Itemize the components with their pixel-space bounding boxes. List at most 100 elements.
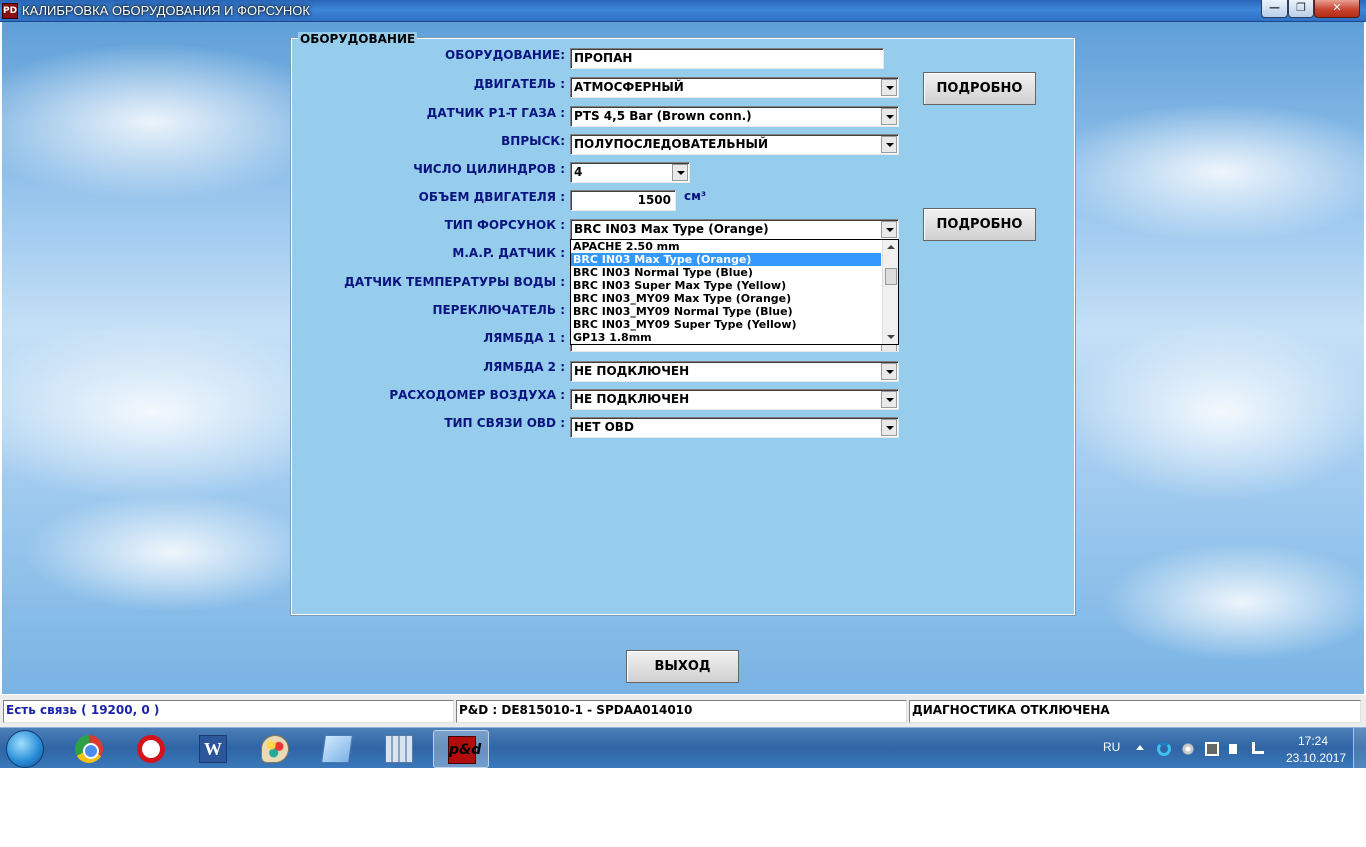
obd-type-select[interactable]: НЕТ OBD: [570, 417, 899, 438]
engine-volume-field[interactable]: 1500: [570, 190, 676, 211]
window-title: КАЛИБРОВКА ОБОРУДОВАНИЯ И ФОРСУНОК: [22, 3, 310, 18]
equipment-field[interactable]: ПРОПАН: [570, 48, 884, 69]
show-desktop-button[interactable]: [1353, 728, 1366, 768]
injection-value: ПОЛУПОСЛЕДОВАТЕЛЬНЫЙ: [574, 137, 769, 151]
dropdown-option[interactable]: BRC IN03 Normal Type (Blue): [571, 266, 881, 279]
dropdown-option[interactable]: BRC IN03 Max Type (Orange): [571, 253, 881, 266]
airflow-meter-label: РАСХОДОМЕР ВОЗДУХА :: [389, 388, 565, 402]
pd-app-icon: p&d: [448, 736, 481, 764]
window-client-area: ОБОРУДОВАНИЕ ОБОРУДОВАНИЕ: ПРОПАН ДВИГАТ…: [2, 22, 1364, 694]
chevron-down-icon[interactable]: [672, 164, 688, 181]
cylinders-value: 4: [574, 165, 583, 179]
volume-icon[interactable]: [1229, 744, 1237, 754]
injector-type-value: BRC IN03 Max Type (Orange): [574, 222, 769, 236]
status-connection: Есть связь ( 19200, 0 ): [3, 700, 454, 723]
chevron-down-icon[interactable]: [881, 136, 897, 153]
injector-type-label: ТИП ФОРСУНОК :: [444, 218, 565, 232]
engine-details-button[interactable]: ПОДРОБНО: [923, 72, 1036, 105]
obd-type-label: ТИП СВЯЗИ OBD :: [444, 416, 565, 430]
taskbar-opera[interactable]: [123, 730, 179, 768]
gear-icon[interactable]: [1181, 742, 1195, 756]
volume-unit: см³: [684, 189, 707, 203]
clock-date[interactable]: 23.10.2017: [1286, 751, 1346, 765]
map-sensor-label: M.A.P. ДАТЧИК :: [452, 246, 565, 260]
gas-sensor-select[interactable]: PTS 4,5 Bar (Brown conn.): [570, 106, 899, 127]
list-scrollbar[interactable]: [882, 240, 898, 344]
scroll-thumb[interactable]: [885, 268, 897, 285]
lambda2-select[interactable]: НЕ ПОДКЛЮЧЕН: [570, 361, 899, 382]
lambda2-value: НЕ ПОДКЛЮЧЕН: [574, 364, 690, 378]
sync-icon[interactable]: [1157, 742, 1171, 756]
word-icon: W: [199, 735, 227, 763]
taskbar-calculator[interactable]: [371, 730, 427, 768]
chevron-down-icon[interactable]: [881, 344, 897, 351]
chevron-down-icon[interactable]: [881, 419, 897, 436]
start-button[interactable]: [6, 730, 44, 768]
airflow-meter-value: НЕ ПОДКЛЮЧЕН: [574, 392, 690, 406]
injection-label: ВПРЫСК:: [501, 134, 565, 148]
chevron-down-icon[interactable]: [881, 79, 897, 96]
lambda2-label: ЛЯМБДА 2 :: [483, 360, 565, 374]
close-button[interactable]: ✕: [1314, 0, 1360, 18]
chevron-down-icon[interactable]: [881, 363, 897, 380]
tray-expand-icon[interactable]: [1136, 745, 1144, 750]
injector-type-dropdown-list[interactable]: APACHE 2.50 mm BRC IN03 Max Type (Orange)…: [570, 239, 899, 345]
paint-icon: [261, 735, 289, 763]
gas-sensor-label: ДАТЧИК P1-T ГАЗА :: [426, 106, 565, 120]
chevron-down-icon[interactable]: [881, 108, 897, 125]
dropdown-option[interactable]: BRC IN03_MY09 Max Type (Orange): [571, 292, 881, 305]
equipment-label: ОБОРУДОВАНИЕ:: [445, 48, 565, 62]
status-diagnostics: ДИАГНОСТИКА ОТКЛЮЧЕНА: [909, 700, 1361, 723]
injector-details-button[interactable]: ПОДРОБНО: [923, 208, 1036, 241]
groupbox-title: ОБОРУДОВАНИЕ: [298, 32, 418, 46]
gas-sensor-value: PTS 4,5 Bar (Brown conn.): [574, 109, 752, 123]
clock-time[interactable]: 17:24: [1298, 734, 1328, 748]
exit-button[interactable]: ВЫХОД: [626, 650, 739, 683]
chevron-down-icon[interactable]: [881, 221, 897, 238]
maximize-button[interactable]: ❐: [1288, 0, 1314, 18]
cylinders-label: ЧИСЛО ЦИЛИНДРОВ :: [413, 162, 565, 176]
notes-icon: [321, 735, 353, 763]
chrome-icon: [75, 735, 103, 763]
taskbar-paint[interactable]: [247, 730, 303, 768]
dropdown-option[interactable]: BRC IN03_MY09 Super Type (Yellow): [571, 318, 881, 331]
taskbar-notes[interactable]: [309, 730, 365, 768]
equipment-groupbox: ОБОРУДОВАНИЕ ОБОРУДОВАНИЕ: ПРОПАН ДВИГАТ…: [290, 32, 1076, 616]
network-icon[interactable]: [1205, 742, 1219, 756]
obd-type-value: НЕТ OBD: [574, 420, 634, 434]
scroll-down-arrow-icon[interactable]: [887, 335, 895, 339]
sky-cloud: [1062, 322, 1364, 502]
sky-cloud: [1102, 542, 1364, 662]
lambda1-label: ЛЯМБДА 1 :: [483, 331, 565, 345]
engine-value: АТМОСФЕРНЫЙ: [574, 80, 684, 94]
chevron-down-icon[interactable]: [881, 391, 897, 408]
airflow-meter-select[interactable]: НЕ ПОДКЛЮЧЕН: [570, 389, 899, 410]
engine-volume-label: ОБЪЕМ ДВИГАТЕЛЯ :: [418, 190, 565, 204]
dropdown-option[interactable]: BRC IN03_MY09 Normal Type (Blue): [571, 305, 881, 318]
injection-select[interactable]: ПОЛУПОСЛЕДОВАТЕЛЬНЫЙ: [570, 134, 899, 155]
dropdown-option[interactable]: APACHE 2.50 mm: [571, 240, 881, 253]
injector-type-select[interactable]: BRC IN03 Max Type (Orange): [570, 219, 899, 240]
taskbar-pd-app[interactable]: p&d: [433, 730, 489, 768]
dropdown-option[interactable]: BRC IN03 Super Max Type (Yellow): [571, 279, 881, 292]
opera-icon: [137, 735, 165, 763]
status-bar: Есть связь ( 19200, 0 ) P&D : DE815010-1…: [0, 694, 1366, 727]
taskbar-chrome[interactable]: [61, 730, 117, 768]
window-titlebar[interactable]: PD КАЛИБРОВКА ОБОРУДОВАНИЯ И ФОРСУНОК — …: [0, 0, 1366, 22]
scroll-up-arrow-icon[interactable]: [887, 245, 895, 249]
dropdown-options: APACHE 2.50 mm BRC IN03 Max Type (Orange)…: [571, 240, 898, 344]
sky-cloud: [22, 492, 322, 612]
dropdown-option[interactable]: GP13 1.8mm: [571, 331, 881, 344]
calculator-icon: [385, 735, 413, 763]
status-device: P&D : DE815010-1 - SPDAA014010: [456, 700, 907, 723]
engine-select[interactable]: АТМОСФЕРНЫЙ: [570, 77, 899, 98]
language-indicator[interactable]: RU: [1103, 740, 1120, 754]
engine-label: ДВИГАТЕЛЬ :: [473, 77, 565, 91]
app-icon: PD: [2, 3, 18, 19]
screen: PD КАЛИБРОВКА ОБОРУДОВАНИЯ И ФОРСУНОК — …: [0, 0, 1366, 768]
power-icon[interactable]: [1252, 742, 1264, 754]
sky-cloud: [1042, 102, 1364, 242]
minimize-button[interactable]: —: [1261, 0, 1288, 18]
cylinders-select[interactable]: 4: [570, 162, 690, 183]
taskbar-word[interactable]: W: [185, 730, 241, 768]
